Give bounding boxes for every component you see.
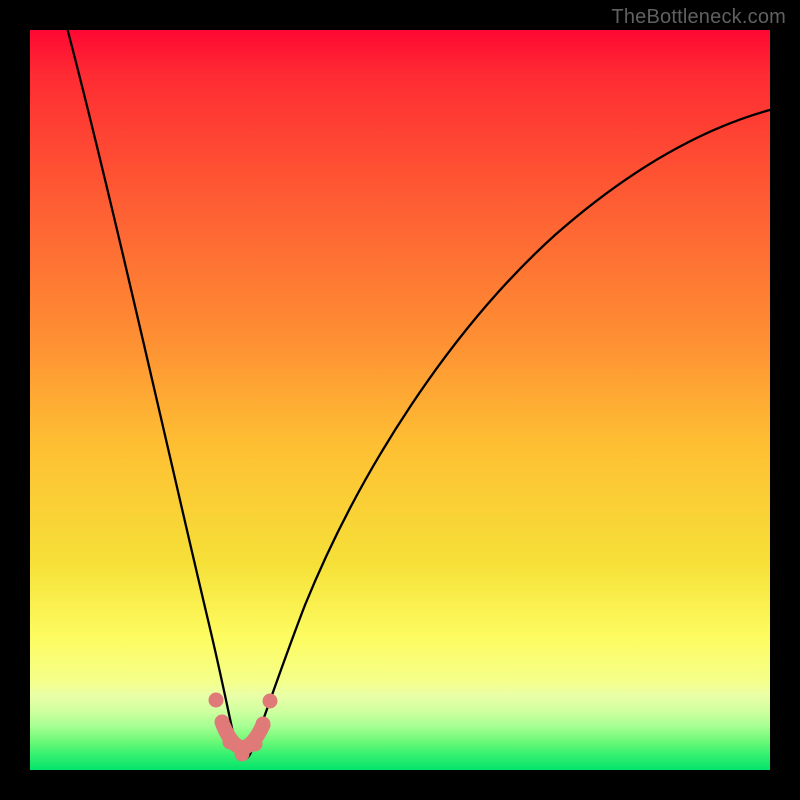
- bottleneck-curve: [65, 30, 770, 759]
- minimum-marker-dot: [263, 694, 277, 708]
- plot-area: [30, 30, 770, 770]
- minimum-marker-dot: [235, 747, 249, 761]
- minimum-marker-dot: [248, 737, 262, 751]
- watermark-text: TheBottleneck.com: [611, 6, 786, 29]
- bottleneck-curve-svg: [30, 30, 770, 770]
- minimum-marker-dot: [256, 717, 270, 731]
- minimum-marker-dot: [209, 693, 223, 707]
- minimum-marker-dot: [223, 735, 237, 749]
- minimum-marker-dot: [215, 715, 229, 729]
- chart-frame: TheBottleneck.com: [0, 0, 800, 800]
